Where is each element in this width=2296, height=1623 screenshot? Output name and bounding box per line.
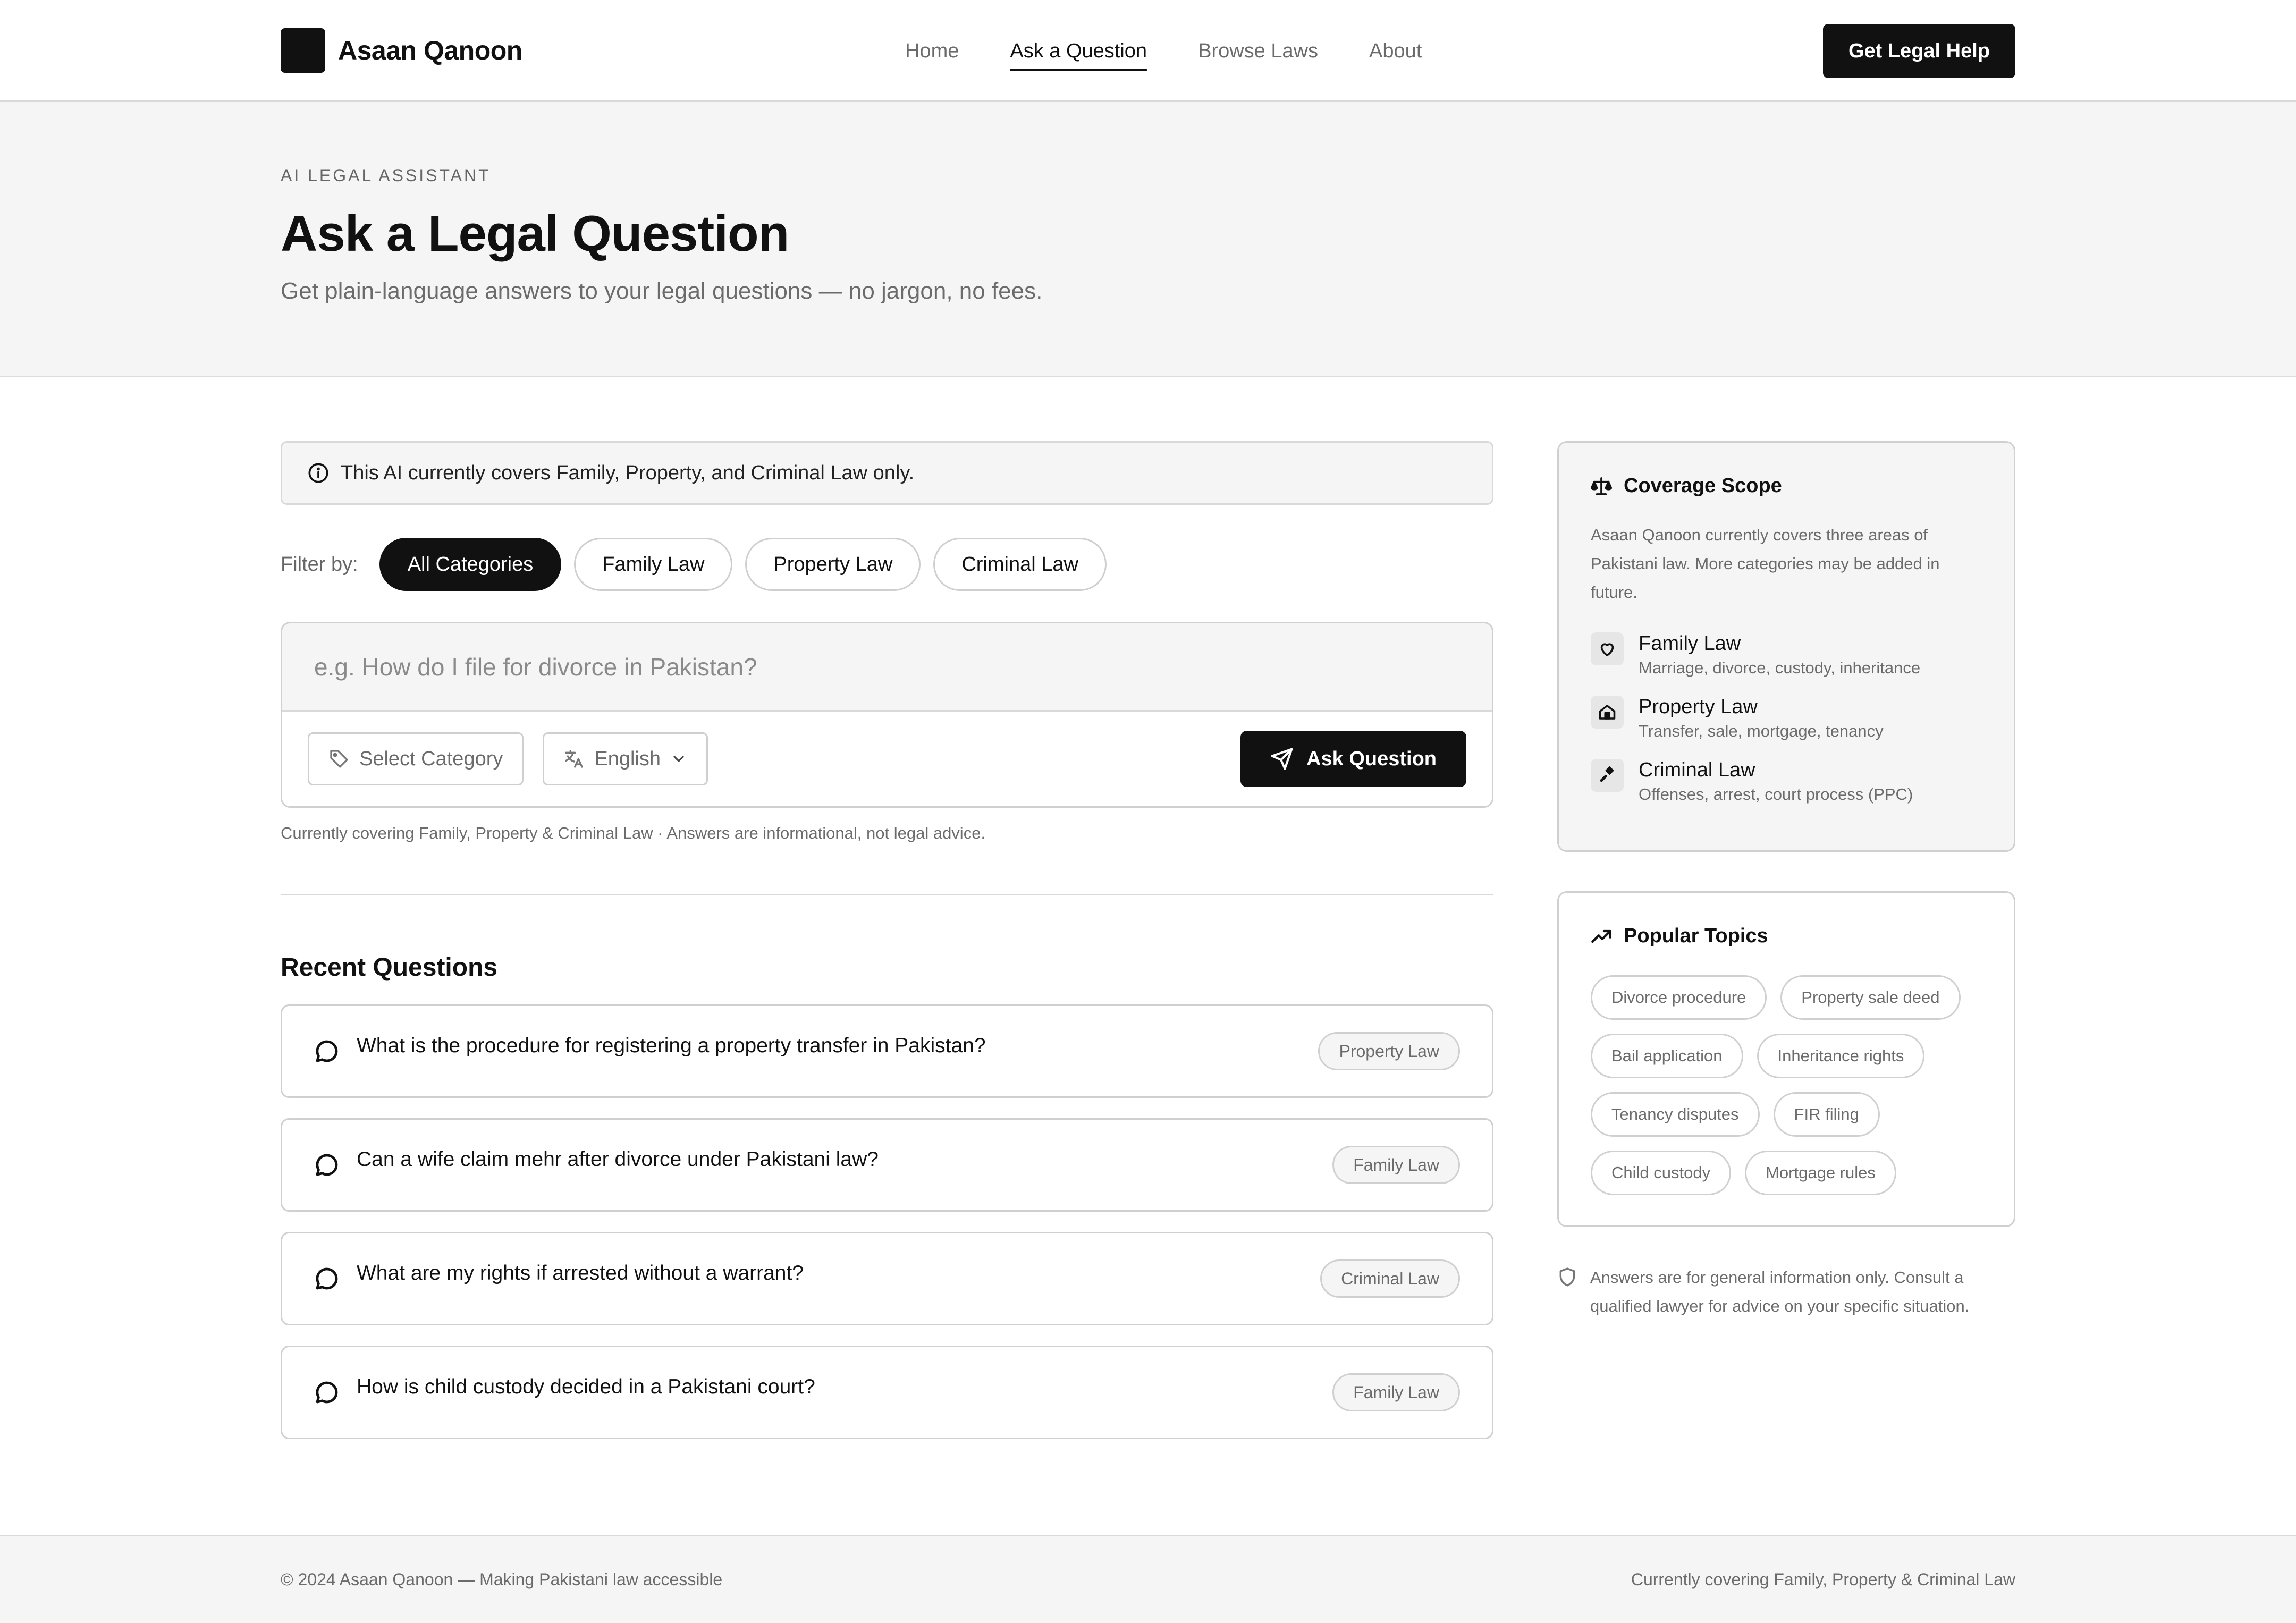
recent-question-tag: Property Law bbox=[1318, 1032, 1460, 1070]
translate-icon bbox=[563, 748, 585, 770]
filter-chip-family-law[interactable]: Family Law bbox=[574, 538, 733, 591]
scope-item-name: Property Law bbox=[1639, 696, 1758, 718]
page-subtitle: Get plain-language answers to your legal… bbox=[281, 278, 1043, 304]
home-icon bbox=[1591, 696, 1624, 729]
scope-item-criminal-law: Criminal Law Offenses, arrest, court pro… bbox=[1591, 759, 1982, 804]
nav-ask-a-question[interactable]: Ask a Question bbox=[1010, 36, 1147, 71]
recent-question-text: What are my rights if arrested without a… bbox=[357, 1262, 804, 1284]
footer: © 2024 Asaan Qanoon — Making Pakistani l… bbox=[0, 1535, 2296, 1623]
recent-question-text: What is the procedure for registering a … bbox=[357, 1034, 986, 1057]
ask-question-label: Ask Question bbox=[1306, 747, 1437, 770]
recent-questions-list: What is the procedure for registering a … bbox=[281, 1004, 1493, 1439]
recent-question-tag: Family Law bbox=[1332, 1373, 1460, 1411]
gavel-icon bbox=[1591, 759, 1624, 792]
topic-chip[interactable]: Bail application bbox=[1591, 1034, 1743, 1078]
select-category-dropdown[interactable]: Select Category bbox=[308, 732, 524, 785]
brand-logo bbox=[281, 28, 325, 73]
recent-question-card[interactable]: What are my rights if arrested without a… bbox=[281, 1232, 1493, 1325]
nav-about[interactable]: About bbox=[1369, 36, 1422, 67]
recent-question-tag: Family Law bbox=[1332, 1146, 1460, 1184]
filter-chip-all-categories[interactable]: All Categories bbox=[379, 538, 562, 591]
filter-chip-criminal-law[interactable]: Criminal Law bbox=[933, 538, 1107, 591]
sidebar: Coverage Scope Asaan Qanoon currently co… bbox=[1557, 441, 2015, 1321]
section-divider bbox=[281, 894, 1493, 895]
coverage-scope-card: Coverage Scope Asaan Qanoon currently co… bbox=[1557, 441, 2015, 852]
recent-question-text: Can a wife claim mehr after divorce unde… bbox=[357, 1148, 879, 1171]
scope-item-property-law: Property Law Transfer, sale, mortgage, t… bbox=[1591, 696, 1982, 741]
language-dropdown[interactable]: English bbox=[543, 732, 708, 785]
topic-chip[interactable]: Divorce procedure bbox=[1591, 975, 1767, 1020]
shield-icon bbox=[1557, 1266, 1577, 1321]
hero-eyebrow: AI LEGAL ASSISTANT bbox=[281, 166, 491, 185]
composer-toolbar: Select Category English Ask Question bbox=[282, 712, 1492, 806]
composer-helper-text: Currently covering Family, Property & Cr… bbox=[281, 824, 986, 842]
footer-coverage-note: Currently covering Family, Property & Cr… bbox=[1631, 1570, 2015, 1589]
brand[interactable]: Asaan Qanoon bbox=[281, 28, 522, 73]
info-icon bbox=[308, 462, 329, 484]
topic-chip[interactable]: FIR filing bbox=[1773, 1092, 1880, 1137]
legal-disclaimer: Answers are for general information only… bbox=[1557, 1263, 2015, 1321]
scope-item-family-law: Family Law Marriage, divorce, custody, i… bbox=[1591, 632, 1982, 678]
topic-chip[interactable]: Child custody bbox=[1591, 1151, 1732, 1195]
page: Asaan Qanoon Home Ask a Question Browse … bbox=[0, 0, 2296, 1623]
coverage-scope-list: Family Law Marriage, divorce, custody, i… bbox=[1591, 632, 1982, 804]
popular-topics-list: Divorce procedure Property sale deed Bai… bbox=[1591, 975, 1982, 1195]
hero: AI LEGAL ASSISTANT Ask a Legal Question … bbox=[0, 102, 2296, 377]
brand-name: Asaan Qanoon bbox=[338, 35, 522, 65]
popular-topics-title: Popular Topics bbox=[1591, 925, 1982, 948]
nav-browse-laws[interactable]: Browse Laws bbox=[1198, 36, 1318, 67]
get-legal-help-button[interactable]: Get Legal Help bbox=[1822, 24, 2015, 78]
ask-question-button[interactable]: Ask Question bbox=[1240, 731, 1466, 787]
send-icon bbox=[1270, 747, 1294, 771]
heart-icon bbox=[1591, 632, 1624, 665]
coverage-scope-title-text: Coverage Scope bbox=[1624, 475, 1782, 497]
category-filter: Filter by: All Categories Family Law Pro… bbox=[281, 538, 1493, 591]
chat-bubble-icon bbox=[314, 1152, 340, 1178]
topic-chip[interactable]: Mortgage rules bbox=[1745, 1151, 1896, 1195]
recent-questions-title: Recent Questions bbox=[281, 953, 498, 982]
main-nav: Home Ask a Question Browse Laws About bbox=[905, 0, 1422, 102]
scope-item-name: Criminal Law bbox=[1639, 759, 1755, 781]
ask-column: This AI currently covers Family, Propert… bbox=[281, 441, 1493, 1439]
popular-topics-title-text: Popular Topics bbox=[1624, 925, 1768, 947]
nav-home[interactable]: Home bbox=[905, 36, 959, 67]
filter-chip-property-law[interactable]: Property Law bbox=[745, 538, 921, 591]
question-input[interactable] bbox=[282, 623, 1492, 712]
filter-label: Filter by: bbox=[281, 553, 358, 576]
scope-item-name: Family Law bbox=[1639, 632, 1741, 655]
coverage-scope-description: Asaan Qanoon currently covers three area… bbox=[1591, 526, 1940, 602]
main-content: This AI currently covers Family, Propert… bbox=[0, 377, 2296, 1531]
scales-icon bbox=[1591, 476, 1612, 497]
topic-chip[interactable]: Property sale deed bbox=[1780, 975, 1961, 1020]
question-composer: Select Category English bbox=[281, 622, 1493, 808]
chat-bubble-icon bbox=[314, 1380, 340, 1405]
recent-question-text: How is child custody decided in a Pakist… bbox=[357, 1375, 815, 1398]
coverage-scope-title: Coverage Scope bbox=[1591, 475, 1982, 497]
top-navbar: Asaan Qanoon Home Ask a Question Browse … bbox=[0, 0, 2296, 102]
coverage-notice-text: This AI currently covers Family, Propert… bbox=[341, 461, 915, 484]
popular-topics-card: Popular Topics Divorce procedure Propert… bbox=[1557, 891, 2015, 1227]
topic-chip[interactable]: Tenancy disputes bbox=[1591, 1092, 1760, 1137]
recent-question-tag: Criminal Law bbox=[1320, 1259, 1460, 1298]
scope-item-description: Marriage, divorce, custody, inheritance bbox=[1639, 658, 1921, 677]
coverage-notice: This AI currently covers Family, Propert… bbox=[281, 441, 1493, 505]
page-title: Ask a Legal Question bbox=[281, 205, 789, 262]
tag-icon bbox=[328, 748, 350, 770]
scope-item-description: Transfer, sale, mortgage, tenancy bbox=[1639, 722, 1884, 740]
recent-question-card[interactable]: What is the procedure for registering a … bbox=[281, 1004, 1493, 1098]
select-category-label: Select Category bbox=[359, 747, 503, 770]
chat-bubble-icon bbox=[314, 1038, 340, 1064]
legal-disclaimer-text: Answers are for general information only… bbox=[1590, 1268, 1970, 1315]
recent-question-card[interactable]: Can a wife claim mehr after divorce unde… bbox=[281, 1118, 1493, 1212]
footer-copyright: © 2024 Asaan Qanoon — Making Pakistani l… bbox=[281, 1570, 723, 1589]
chevron-down-icon bbox=[670, 750, 687, 767]
language-label: English bbox=[594, 747, 661, 770]
chat-bubble-icon bbox=[314, 1266, 340, 1291]
trending-up-icon bbox=[1591, 926, 1612, 947]
recent-question-card[interactable]: How is child custody decided in a Pakist… bbox=[281, 1346, 1493, 1439]
scope-item-description: Offenses, arrest, court process (PPC) bbox=[1639, 785, 1913, 804]
topic-chip[interactable]: Inheritance rights bbox=[1757, 1034, 1925, 1078]
